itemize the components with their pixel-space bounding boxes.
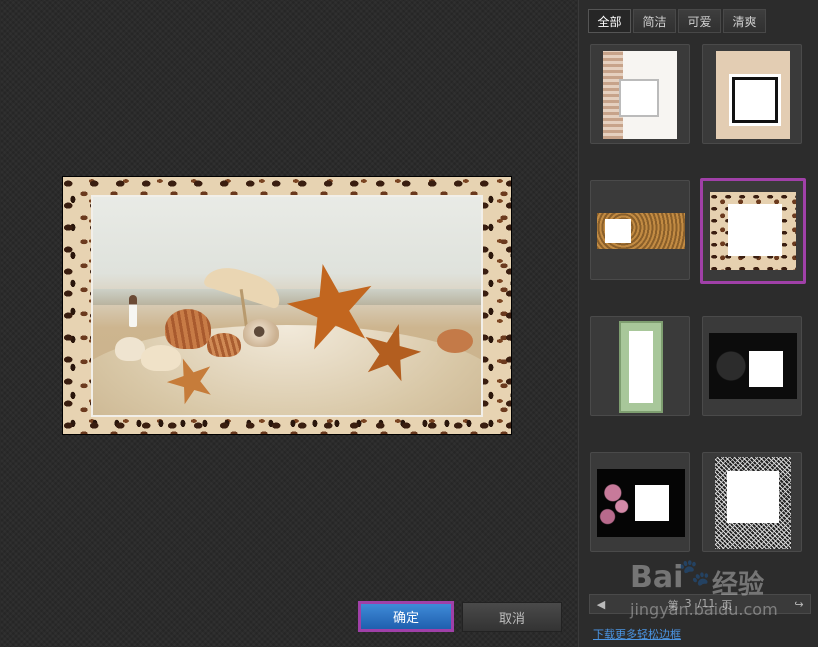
frame-preview xyxy=(62,176,512,435)
person-figure xyxy=(129,295,137,327)
frame-panel: 全部 简洁 可爱 清爽 ◀ 第 3 /11 页 ↪ 下载更多轻松边框 xyxy=(578,0,818,647)
arrow-right-icon[interactable]: ↪ xyxy=(790,596,808,612)
arrow-left-icon[interactable]: ◀ xyxy=(592,596,610,612)
tab-simple[interactable]: 简洁 xyxy=(633,9,676,33)
frame-thumb-6[interactable] xyxy=(702,316,802,416)
page-indicator: 第 3 /11 页 xyxy=(667,597,733,612)
frame-thumb-4[interactable] xyxy=(700,178,806,284)
download-more-frames-link[interactable]: 下载更多轻松边框 xyxy=(593,626,681,642)
pagination: ◀ 第 3 /11 页 ↪ xyxy=(589,594,811,614)
frame-thumb-1[interactable] xyxy=(590,44,690,144)
category-tabs: 全部 简洁 可爱 清爽 xyxy=(588,9,768,33)
frame-thumb-7[interactable] xyxy=(590,452,690,552)
frame-thumb-5[interactable] xyxy=(590,316,690,416)
frame-thumb-3[interactable] xyxy=(590,180,690,280)
cancel-button[interactable]: 取消 xyxy=(462,602,562,632)
confirm-button[interactable]: 确定 xyxy=(358,601,454,632)
beach-photo xyxy=(91,195,483,417)
tab-all[interactable]: 全部 xyxy=(588,9,631,33)
canvas-area: 确定 取消 xyxy=(0,0,578,647)
frame-thumb-2[interactable] xyxy=(702,44,802,144)
tab-cute[interactable]: 可爱 xyxy=(678,9,721,33)
tab-fresh[interactable]: 清爽 xyxy=(723,9,766,33)
frame-thumb-8[interactable] xyxy=(702,452,802,552)
